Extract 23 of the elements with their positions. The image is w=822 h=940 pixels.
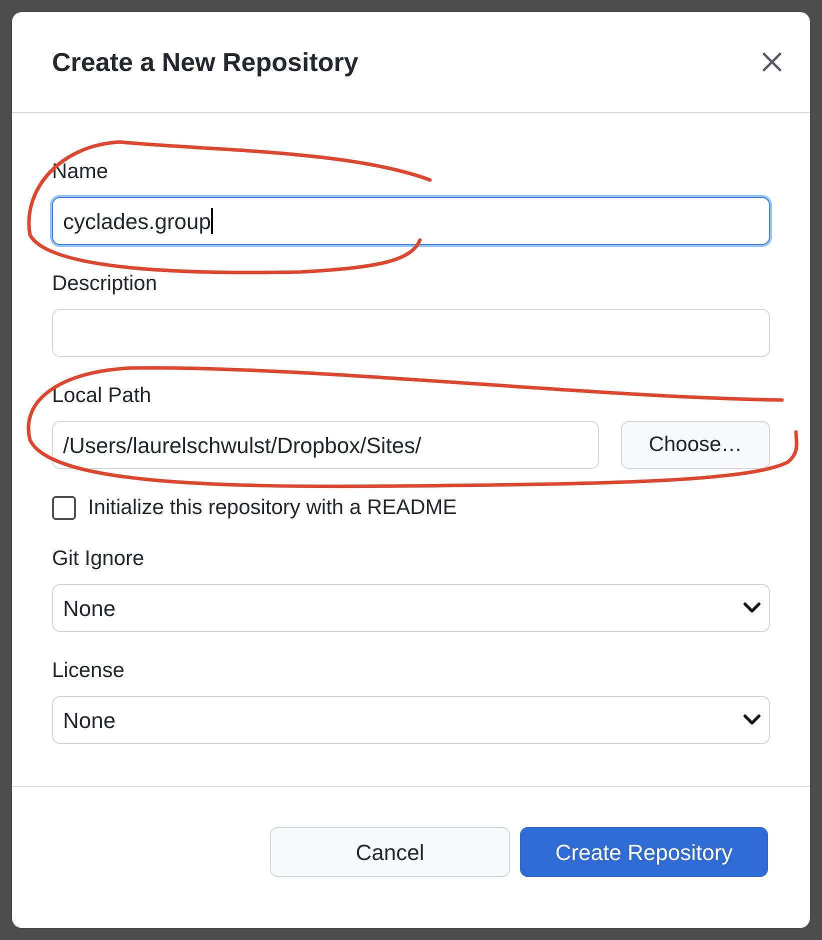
chevron-down-icon bbox=[743, 714, 761, 726]
field-label: Git Ignore bbox=[52, 547, 144, 571]
text-field[interactable] bbox=[52, 309, 770, 357]
select-field[interactable]: None bbox=[52, 584, 770, 632]
choose-button[interactable]: Choose… bbox=[621, 421, 770, 469]
primary-button[interactable]: Create Repository bbox=[520, 827, 768, 877]
field-label: Description bbox=[52, 272, 158, 296]
secondary-button[interactable]: Cancel bbox=[270, 827, 510, 877]
field-value: /Users/laurelschwulst/Dropbox/Sites/ bbox=[63, 432, 422, 460]
select-value: None bbox=[63, 706, 116, 734]
text-field[interactable]: cyclades.group bbox=[52, 197, 770, 245]
text-cursor bbox=[210, 208, 213, 234]
select-field[interactable]: None bbox=[52, 696, 770, 744]
select-value: None bbox=[63, 594, 116, 622]
checkbox[interactable] bbox=[52, 496, 76, 520]
field-label: License bbox=[52, 659, 124, 683]
field-value: cyclades.group bbox=[63, 208, 211, 236]
close-icon[interactable] bbox=[760, 50, 784, 74]
chevron-down-icon bbox=[743, 602, 761, 614]
text-field[interactable]: /Users/laurelschwulst/Dropbox/Sites/ bbox=[52, 421, 599, 469]
checkbox-label: Initialize this repository with a README bbox=[88, 495, 457, 522]
dialog-title: Create a New Repository bbox=[52, 46, 358, 78]
field-label: Local Path bbox=[52, 384, 152, 408]
